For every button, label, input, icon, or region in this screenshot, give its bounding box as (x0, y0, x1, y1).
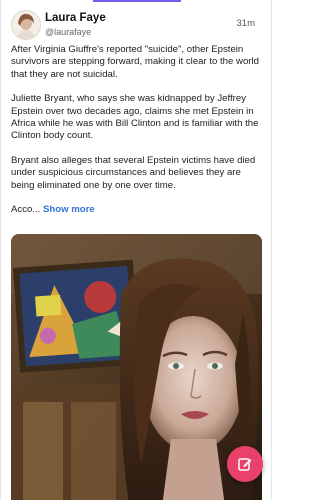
avatar-image (12, 11, 40, 39)
truncated-text: Acco... (11, 204, 41, 216)
post-header: Laura Faye @laurafaye 31m (11, 10, 261, 40)
active-tab-indicator (93, 0, 181, 2)
pencil-edit-icon (238, 458, 252, 471)
post-body: After Virginia Giuffre's reported "suici… (11, 44, 261, 228)
post-paragraph: Juliette Bryant, who says she was kidnap… (11, 93, 259, 142)
post-paragraph: After Virginia Giuffre's reported "suici… (11, 44, 259, 80)
post-image[interactable] (11, 234, 262, 500)
post-truncated-line: Acco... Show more (11, 204, 261, 216)
post-timestamp: 31m (236, 18, 255, 29)
post-photo (11, 234, 262, 500)
post-card: Laura Faye @laurafaye 31m After Virginia… (0, 0, 272, 500)
author-name[interactable]: Laura Faye (45, 12, 106, 24)
author-handle[interactable]: @laurafaye (45, 27, 91, 37)
compose-button[interactable] (227, 446, 263, 482)
show-more-link[interactable]: Show more (43, 204, 95, 215)
post-paragraph: Bryant also alleges that several Epstein… (11, 154, 256, 191)
avatar[interactable] (11, 10, 41, 40)
